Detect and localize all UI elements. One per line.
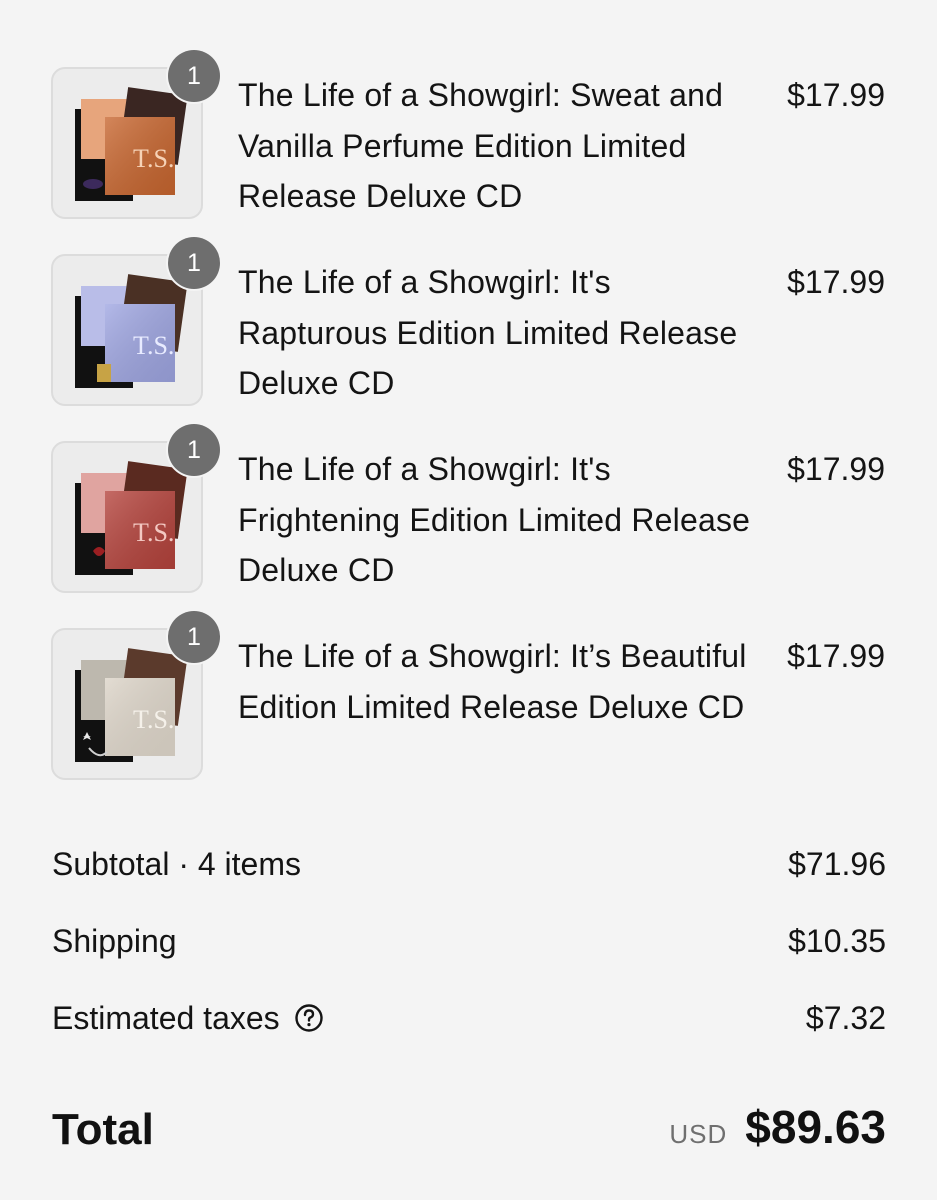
subtotal-label: Subtotal · 4 items <box>52 846 301 882</box>
currency-code: USD <box>669 1119 728 1149</box>
line-item: T.S. 1 The Life of a Showgirl: It's Rapt… <box>0 237 937 406</box>
shipping-value: $10.35 <box>788 923 886 959</box>
total-value: $89.63 <box>745 1101 886 1153</box>
taxes-label-group: Estimated taxes <box>52 998 324 1038</box>
quantity-badge: 1 <box>168 611 220 663</box>
subtotal-row: Subtotal · 4 items $71.96 <box>52 844 886 884</box>
quantity-badge: 1 <box>168 237 220 289</box>
item-title[interactable]: The Life of a Showgirl: It's Rapturous E… <box>238 257 758 409</box>
item-price: $17.99 <box>787 638 885 674</box>
total-row: Total USD $89.63 <box>52 1100 886 1160</box>
svg-text:T.S.: T.S. <box>133 144 174 173</box>
taxes-row: Estimated taxes $7.32 <box>52 998 886 1038</box>
taxes-value: $7.32 <box>805 1000 886 1036</box>
total-amount: USD $89.63 <box>669 1100 886 1154</box>
svg-text:T.S.: T.S. <box>133 705 174 734</box>
line-item: T.S. 1 The Life of a Showgirl: It’s Beau… <box>0 611 937 780</box>
shipping-row: Shipping $10.35 <box>52 921 886 961</box>
quantity-badge: 1 <box>168 50 220 102</box>
svg-text:T.S.: T.S. <box>133 518 174 547</box>
line-item: T.S. 1 The Life of a Showgirl: Sweat and… <box>0 50 937 219</box>
item-title[interactable]: The Life of a Showgirl: Sweat and Vanill… <box>238 70 758 222</box>
shipping-label: Shipping <box>52 923 177 959</box>
line-item: T.S. 1 The Life of a Showgirl: It's Frig… <box>0 424 937 593</box>
svg-text:T.S.: T.S. <box>133 331 174 360</box>
question-circle-icon[interactable] <box>294 1003 324 1033</box>
item-price: $17.99 <box>787 451 885 487</box>
item-price: $17.99 <box>787 264 885 300</box>
quantity-badge: 1 <box>168 424 220 476</box>
subtotal-value: $71.96 <box>788 846 886 882</box>
total-label: Total <box>52 1105 154 1154</box>
item-title[interactable]: The Life of a Showgirl: It's Frightening… <box>238 444 758 596</box>
item-title[interactable]: The Life of a Showgirl: It’s Beautiful E… <box>238 631 758 732</box>
item-price: $17.99 <box>787 77 885 113</box>
taxes-label: Estimated taxes <box>52 1000 280 1036</box>
